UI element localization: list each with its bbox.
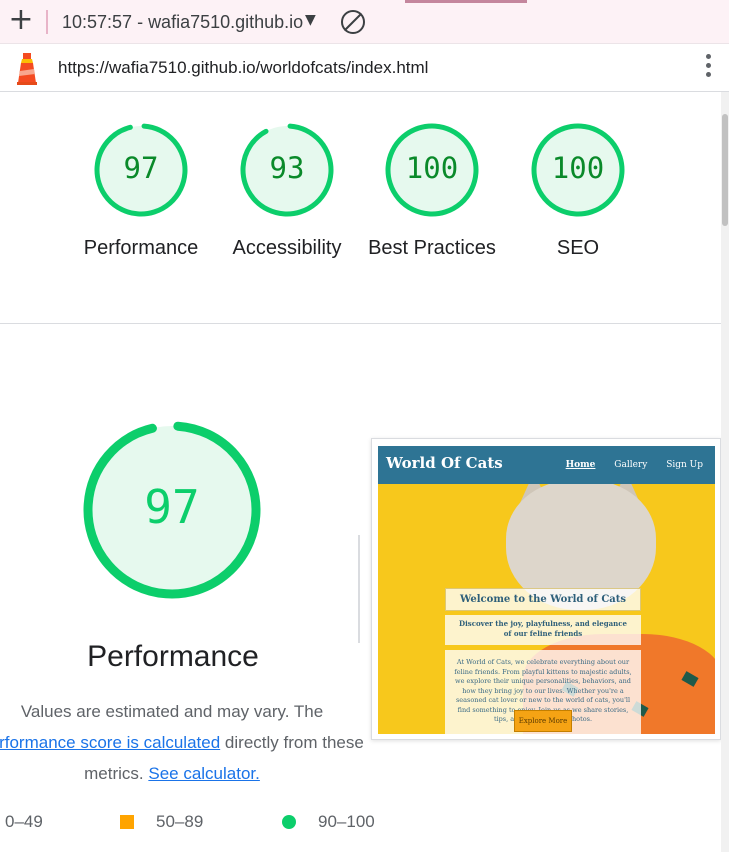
gauge-score: 100: [551, 151, 605, 185]
hero-title-card: Welcome to the World of Cats: [445, 588, 641, 611]
tab-strip: + 10:57:57 - wafia7510.github.io ▼: [0, 0, 729, 44]
legend-pass-label: 90–100: [318, 812, 375, 831]
hero-subtitle: Discover the joy, playfulness, and elega…: [459, 619, 627, 638]
more-menu-icon[interactable]: [704, 54, 712, 82]
new-tab-button[interactable]: +: [8, 5, 34, 35]
score-calc-link[interactable]: performance score is calculated: [0, 733, 220, 752]
legend-average-label: 50–89: [156, 812, 204, 831]
performance-gauge[interactable]: 97: [80, 418, 264, 602]
explore-more-button: Explore More: [514, 710, 572, 732]
section-divider: [0, 323, 721, 324]
performance-title: Performance: [87, 640, 259, 673]
see-calculator-link[interactable]: See calculator.: [148, 764, 260, 783]
circle-icon: [282, 815, 296, 829]
desc-mid: directly from these: [224, 733, 364, 752]
page-scrollbar[interactable]: [721, 92, 729, 852]
gauge-0[interactable]: 97: [92, 121, 190, 219]
site-nav-signup: Sign Up: [666, 460, 703, 470]
gauge-score: 93: [269, 151, 305, 185]
desc-line1: Values are estimated and may vary. The: [20, 702, 324, 721]
tab-title[interactable]: 10:57:57 - wafia7510.github.io: [62, 12, 303, 33]
gauge-label: Performance: [83, 237, 199, 259]
url-text[interactable]: https://wafia7510.github.io/worldofcats/…: [58, 58, 428, 78]
performance-description: Values are estimated and may vary. The p…: [0, 696, 380, 789]
site-preview: World Of Cats Home Gallery Sign Up Welco…: [378, 446, 715, 734]
site-nav-links: Home Gallery Sign Up: [550, 460, 703, 470]
gauge-score: 97: [123, 151, 159, 185]
site-brand: World Of Cats: [386, 454, 503, 472]
scrollbar-thumb[interactable]: [722, 114, 728, 226]
square-icon: [120, 815, 134, 829]
legend-fail-label: 0–49: [5, 812, 43, 831]
active-tab-indicator: [405, 0, 527, 3]
performance-score: 97: [144, 480, 200, 534]
site-nav-home: Home: [565, 460, 596, 470]
gauge-score: 100: [405, 151, 459, 185]
tab-separator: [46, 10, 48, 34]
gauge-1[interactable]: 93: [238, 121, 336, 219]
final-screenshot[interactable]: World Of Cats Home Gallery Sign Up Welco…: [371, 438, 721, 740]
gauge-2[interactable]: 100: [383, 121, 481, 219]
lighthouse-icon: [17, 53, 37, 85]
desc-line3: metrics.: [84, 764, 144, 783]
gauge-label: Best Practices: [368, 237, 496, 259]
block-icon[interactable]: [341, 10, 365, 34]
vertical-divider: [358, 535, 360, 643]
hero-subtitle-card: Discover the joy, playfulness, and elega…: [445, 615, 641, 645]
gauge-label: Accessibility: [232, 237, 342, 259]
url-bar: https://wafia7510.github.io/worldofcats/…: [0, 44, 729, 92]
site-hero: Welcome to the World of Cats Discover th…: [378, 484, 715, 734]
gauge-label: SEO: [556, 237, 600, 259]
site-navbar: World Of Cats Home Gallery Sign Up: [378, 446, 715, 484]
tab-dropdown-icon[interactable]: ▼: [305, 12, 316, 28]
gauge-3[interactable]: 100: [529, 121, 627, 219]
hero-title: Welcome to the World of Cats: [459, 594, 627, 605]
site-nav-gallery: Gallery: [614, 460, 648, 470]
legend-fail: 0–49: [5, 812, 43, 832]
